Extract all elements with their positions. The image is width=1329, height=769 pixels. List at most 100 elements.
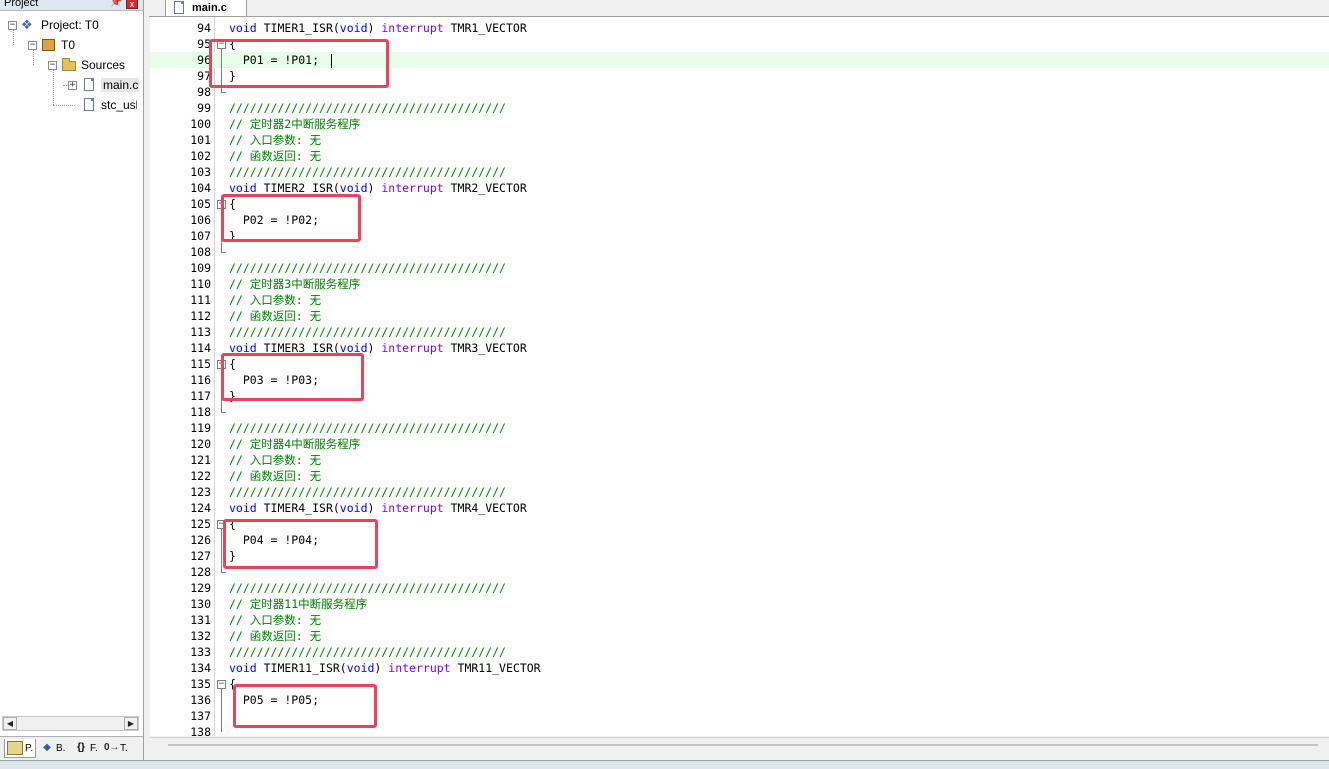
scroll-left-icon[interactable]: ◀ [3,717,17,730]
tree-node-stc-usb[interactable]: stc_usb [81,96,137,114]
code-line[interactable]: 124 void TIMER4_ISR(void) interrupt TMR4_… [150,500,1329,516]
tree-node-sources[interactable]: − Sources [48,56,125,74]
code-line[interactable]: 121 // 入口参数: 无 [150,452,1329,468]
tab-label: P. [25,742,34,754]
line-number: 116 [190,373,211,387]
code-line[interactable]: 131 // 入口参数: 无 [150,612,1329,628]
text-caret [331,54,332,68]
code-line[interactable]: 119 /////////////////////////////////////… [150,420,1329,436]
line-number: 117 [190,389,211,403]
tab-label: T. [120,742,128,754]
project-panel-title: Project [4,0,39,9]
code-text: //////////////////////////////////////// [229,421,506,435]
editor-horizontal-scrollbar[interactable] [150,737,1329,752]
code-text: //////////////////////////////////////// [229,581,506,595]
line-number: 128 [190,565,211,579]
code-editor[interactable]: 94 void TIMER1_ISR(void) interrupt TMR1_V… [150,17,1329,736]
code-line[interactable]: 110 // 定时器3中断服务程序 [150,276,1329,292]
project-panel-tabs: P. ◆ B. {} F. 0→ T. [0,736,143,761]
line-number: 98 [197,85,211,99]
line-number: 118 [190,405,211,419]
code-line[interactable]: 112 // 函数返回: 无 [150,308,1329,324]
tree-node-label: T0 [61,38,76,52]
line-number: 109 [190,261,211,275]
code-text: // 定时器11中断服务程序 [229,597,368,611]
code-line[interactable]: 130 // 定时器11中断服务程序 [150,596,1329,612]
code-text: // 入口参数: 无 [229,293,322,307]
code-line[interactable]: 101 // 入口参数: 无 [150,132,1329,148]
line-number: 130 [190,597,211,611]
line-number: 134 [190,661,211,675]
pin-icon[interactable]: 📌 [110,0,122,8]
line-number: 107 [190,229,211,243]
code-text: //////////////////////////////////////// [229,325,506,339]
code-text: // 入口参数: 无 [229,453,322,467]
tab-functions[interactable]: {} F. [74,739,98,757]
line-number: 105 [190,197,211,211]
collapse-icon[interactable]: − [8,20,17,30]
line-number: 112 [190,309,211,323]
code-line[interactable]: 122 // 函数返回: 无 [150,468,1329,484]
tab-templates[interactable]: 0→ T. [104,739,128,757]
code-line[interactable]: 100 // 定时器2中断服务程序 [150,116,1329,132]
target-icon [41,37,57,53]
line-number: 97 [197,69,211,83]
tree-node-label: stc_usb [101,98,137,112]
code-line[interactable]: 94 void TIMER1_ISR(void) interrupt TMR1_V… [150,20,1329,36]
code-line[interactable]: 111 // 入口参数: 无 [150,292,1329,308]
project-icon: ❖ [21,17,33,32]
code-line[interactable]: 118 [150,404,1329,420]
code-line[interactable]: 134 void TIMER11_ISR(void) interrupt TMR1… [150,660,1329,676]
highlight-box [221,353,364,401]
tab-books[interactable]: ◆ B. [40,739,65,757]
line-number: 114 [190,341,211,355]
tree-node-main-c[interactable]: + main.c [68,76,139,94]
code-text: void TIMER4_ISR(void) interrupt TMR4_VEC… [229,501,527,515]
tree-node-project[interactable]: − ❖ Project: T0 [8,16,99,34]
scroll-right-icon[interactable]: ▶ [124,717,138,730]
highlight-box [209,39,389,88]
code-text: // 函数返回: 无 [229,309,322,323]
line-number: 96 [197,53,211,67]
code-text: //////////////////////////////////////// [229,485,506,499]
close-panel-button[interactable]: x [126,0,138,9]
folder-icon [61,57,77,73]
tree-node-label: Sources [81,58,126,72]
tab-project[interactable]: P. [4,739,37,758]
code-line[interactable]: 132 // 函数返回: 无 [150,628,1329,644]
expand-icon[interactable]: + [68,80,77,90]
code-line[interactable]: 113 /////////////////////////////////////… [150,324,1329,340]
code-line[interactable]: 99 //////////////////////////////////////… [150,100,1329,116]
line-number: 104 [190,181,211,195]
code-line[interactable]: 129 /////////////////////////////////////… [150,580,1329,596]
line-number: 115 [190,357,211,371]
code-text: // 定时器3中断服务程序 [229,277,361,291]
fold-toggle-icon[interactable]: − [217,680,226,689]
scrollbar-thumb[interactable] [168,744,1318,746]
highlight-box [223,519,378,569]
collapse-icon[interactable]: − [28,40,37,50]
line-number: 95 [197,37,211,51]
line-number: 99 [197,101,211,115]
line-number: 101 [190,133,211,147]
code-line[interactable]: 102 // 函数返回: 无 [150,148,1329,164]
code-line[interactable]: 123 /////////////////////////////////////… [150,484,1329,500]
line-number: 132 [190,629,211,643]
code-text: // 函数返回: 无 [229,149,322,163]
code-line[interactable]: 103 /////////////////////////////////////… [150,164,1329,180]
code-text: //////////////////////////////////////// [229,261,506,275]
code-line[interactable]: 109 /////////////////////////////////////… [150,260,1329,276]
collapse-icon[interactable]: − [48,60,57,70]
editor-tab-main-c[interactable]: main.c [165,0,247,16]
project-panel-header: Project 📌 x [0,0,143,11]
tree-node-target[interactable]: − T0 [28,36,75,54]
code-line[interactable]: 120 // 定时器4中断服务程序 [150,436,1329,452]
line-number: 122 [190,469,211,483]
code-line[interactable]: 133 /////////////////////////////////////… [150,644,1329,660]
code-text: // 定时器4中断服务程序 [229,437,361,451]
code-line[interactable]: 108 [150,244,1329,260]
line-number: 121 [190,453,211,467]
project-horizontal-scrollbar[interactable]: ◀ ▶ [2,716,139,731]
editor-tab-bar: main.c [149,0,1329,17]
line-number: 127 [190,549,211,563]
